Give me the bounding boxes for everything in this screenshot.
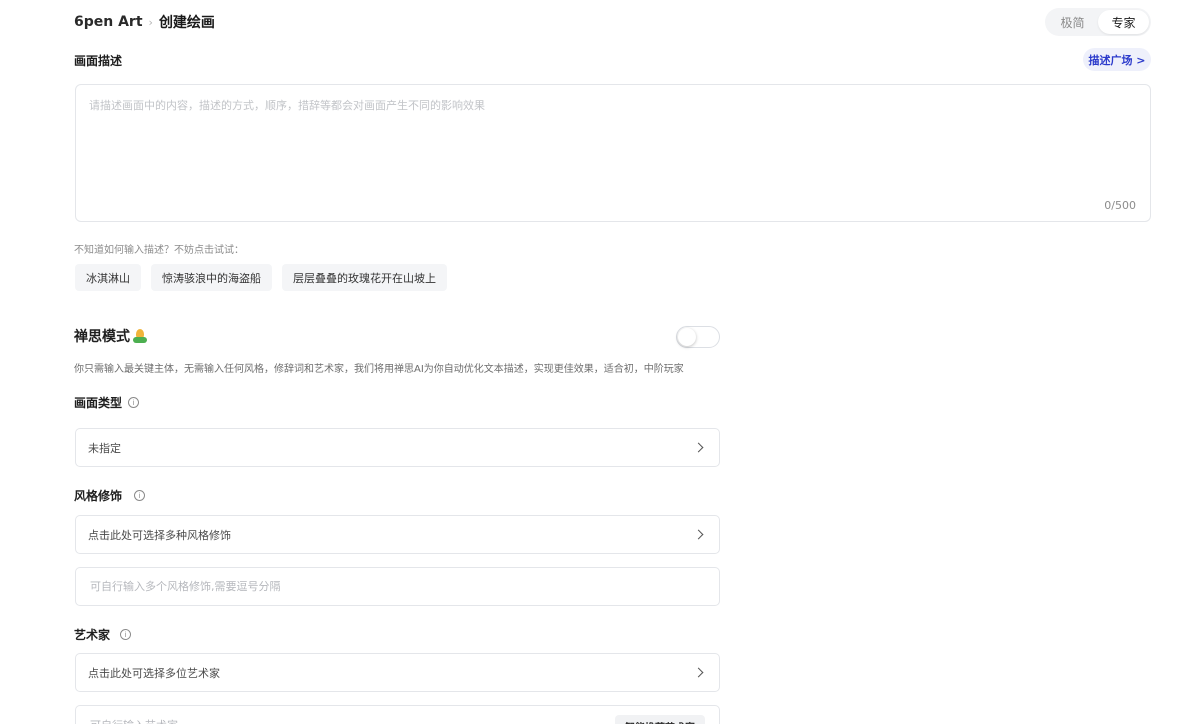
description-counter: 0/500 xyxy=(1104,199,1136,212)
suggestion-chip-roses-hillside[interactable]: 层层叠叠的玫瑰花开在山坡上 xyxy=(282,264,447,291)
info-icon[interactable]: i xyxy=(134,490,146,501)
style-label: 风格修饰 i xyxy=(74,487,146,504)
suggestion-chip-pirate-ship[interactable]: 惊涛骇浪中的海盗船 xyxy=(151,264,272,291)
description-label: 画面描述 xyxy=(74,52,122,69)
info-icon[interactable]: i xyxy=(128,397,140,408)
artist-custom-input-wrap: 智能推荐艺术家 xyxy=(75,705,720,724)
toggle-knob xyxy=(678,328,696,346)
style-select-placeholder: 点击此处可选择多种风格修饰 xyxy=(88,528,231,542)
suggestion-chips: 冰淇淋山 惊涛骇浪中的海盗船 层层叠叠的玫瑰花开在山坡上 xyxy=(75,264,447,291)
picture-type-value: 未指定 xyxy=(88,441,121,455)
info-icon[interactable]: i xyxy=(120,629,132,640)
artist-custom-input[interactable] xyxy=(76,706,596,724)
picture-type-label: 画面类型 i xyxy=(74,394,140,411)
picture-type-label-text: 画面类型 xyxy=(74,396,123,410)
description-textarea[interactable] xyxy=(89,97,1129,197)
breadcrumb: 6pen Art › 创建绘画 xyxy=(74,12,215,32)
suggestion-chip-ice-cream-mountain[interactable]: 冰淇淋山 xyxy=(75,264,141,291)
zen-mode-title: 禅思模式 xyxy=(74,326,147,346)
style-custom-input[interactable] xyxy=(75,567,720,606)
mode-option-expert[interactable]: 专家 xyxy=(1098,10,1149,34)
chevron-right-icon xyxy=(693,529,704,540)
smart-recommend-artist-button[interactable]: 智能推荐艺术家 xyxy=(615,715,705,724)
chevron-right-icon xyxy=(693,667,704,678)
page-title: 创建绘画 xyxy=(158,15,215,31)
description-box: 0/500 xyxy=(75,84,1151,222)
chevron-right-icon xyxy=(693,442,704,453)
description-label-text: 画面描述 xyxy=(74,54,123,68)
artist-select-placeholder: 点击此处可选择多位艺术家 xyxy=(88,666,220,680)
picture-type-select[interactable]: 未指定 xyxy=(75,428,720,467)
artist-label: 艺术家 i xyxy=(74,626,132,643)
artist-label-text: 艺术家 xyxy=(74,628,111,642)
zen-mode-title-text: 禅思模式 xyxy=(74,329,130,345)
style-label-text: 风格修饰 xyxy=(74,489,123,503)
artist-select[interactable]: 点击此处可选择多位艺术家 xyxy=(75,653,720,692)
zen-mode-toggle[interactable] xyxy=(676,326,720,348)
mode-option-simple[interactable]: 极简 xyxy=(1047,10,1098,34)
description-plaza-link[interactable]: 描述广场 > xyxy=(1083,48,1151,71)
zen-mode-description: 你只需输入最关键主体，无需输入任何风格，修辞词和艺术家，我们将用禅思AI为你自动… xyxy=(74,364,684,375)
breadcrumb-root-link[interactable]: 6pen Art xyxy=(74,14,143,30)
mode-switch: 极简 专家 xyxy=(1045,8,1151,36)
suggestion-hint: 不知道如何输入描述？不妨点击试试： xyxy=(74,245,244,256)
style-select[interactable]: 点击此处可选择多种风格修饰 xyxy=(75,515,720,554)
lotus-icon xyxy=(133,329,147,343)
breadcrumb-separator-icon: › xyxy=(148,15,153,29)
